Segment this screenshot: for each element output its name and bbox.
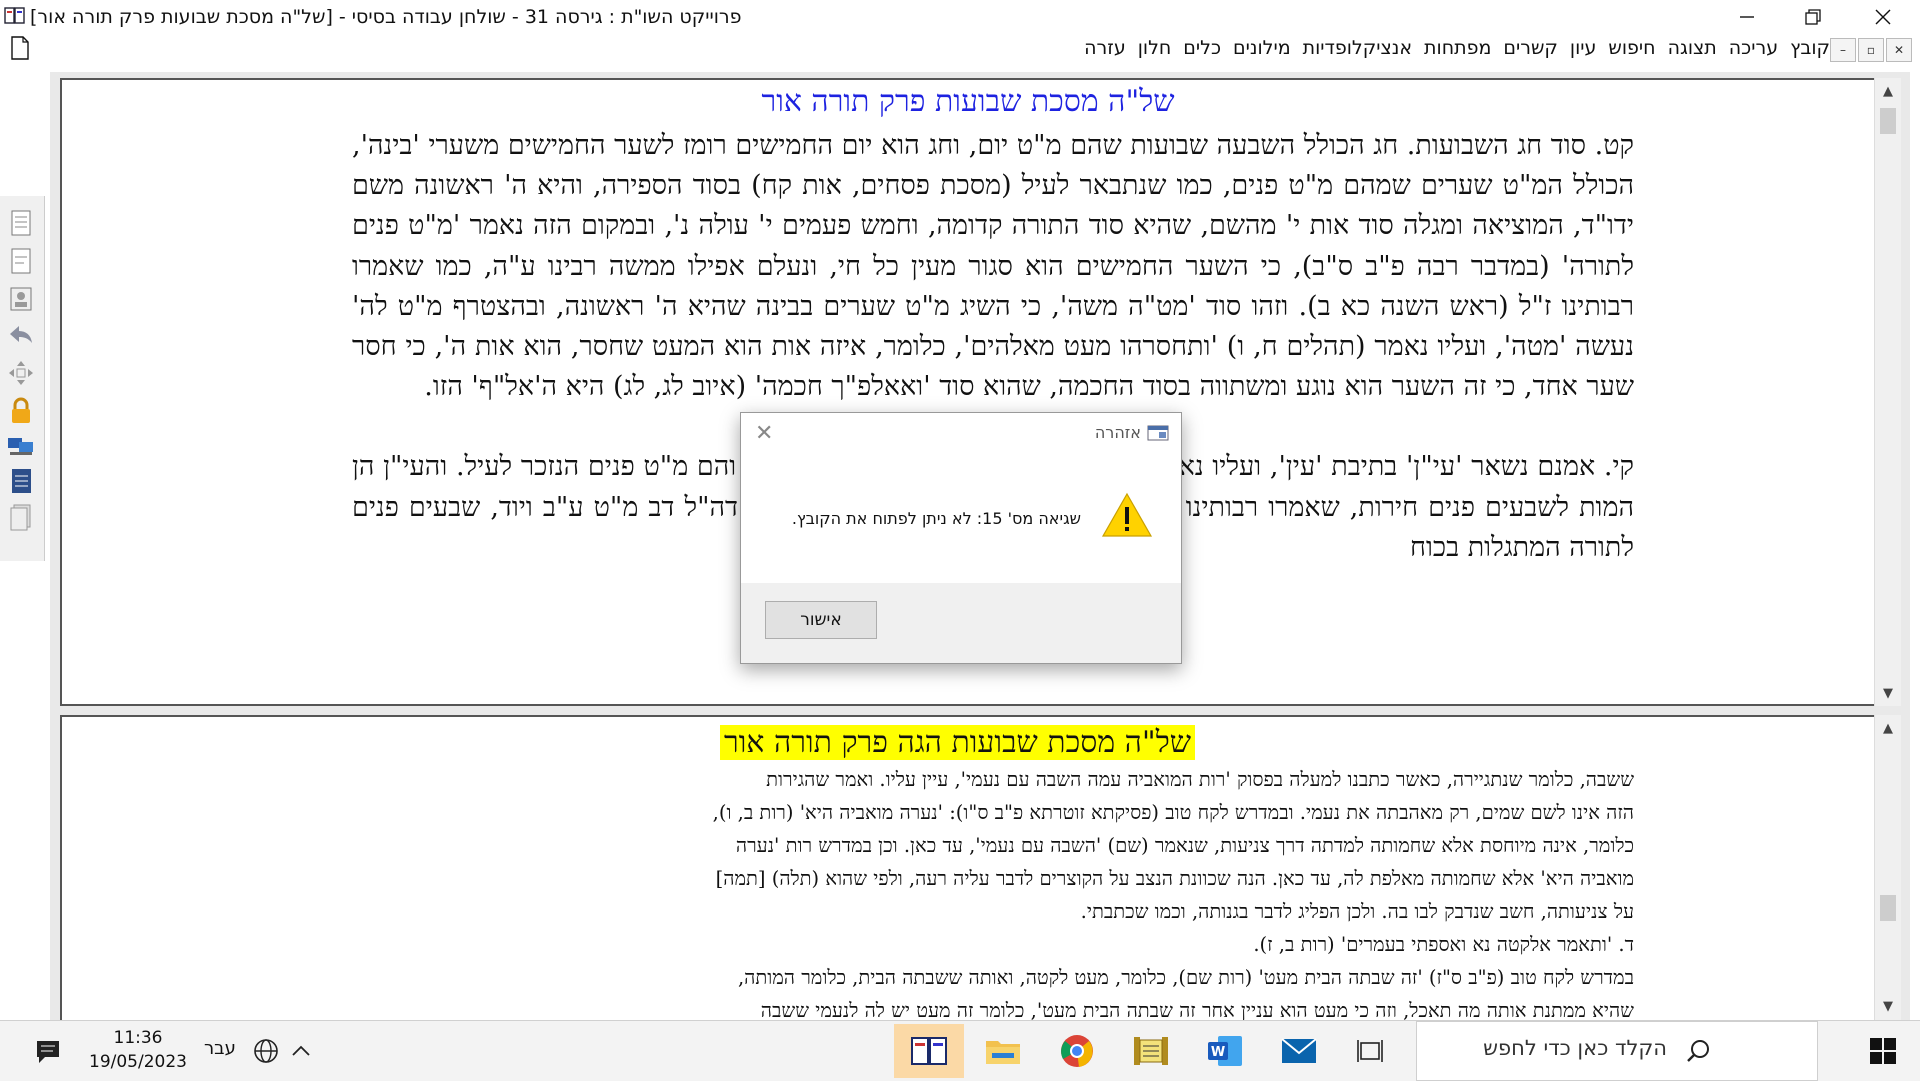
word-icon: W [1208,1036,1242,1066]
menu-help[interactable]: עזרה [1078,37,1132,59]
pages-icon[interactable] [6,502,36,532]
menu-bar: קובץ עריכה תצוגה חיפוש עיון קשרים מפתחות… [0,34,1920,64]
taskbar-app-explorer[interactable] [968,1024,1038,1078]
minimize-icon: – [1840,43,1846,57]
text-line: מואביה היא' אלא שחמותה מאלפת לה, עד כאן.… [715,867,1634,890]
left-toolbar [0,196,45,561]
notifications-button[interactable] [16,1024,80,1078]
task-view-button[interactable] [1342,1024,1398,1078]
globe-icon[interactable] [252,1037,280,1065]
minimize-icon [1740,16,1754,18]
move-icon[interactable] [6,358,36,388]
back-arrow-icon[interactable] [6,320,36,350]
text-line: כלומר, אינה מיוחסת אלא שחמותה למדתה דרך … [735,834,1634,857]
scroll-up-icon[interactable]: ▲ [1875,715,1901,741]
text-line: הזה אינו לשם שמים, רק מאהבתה את נעמי. וב… [712,801,1634,824]
menu-window[interactable]: חלון [1132,37,1178,59]
text-line: ד. 'ותאמר אלקטה נא ואספתי בעמרים' (רות ב… [1253,933,1634,956]
notification-icon [37,1041,59,1063]
taskbar-clock[interactable]: 11:36 19/05/2023 [88,1026,188,1074]
mdi-restore-button[interactable]: ▫ [1858,38,1884,62]
notebook-icon[interactable] [6,466,36,496]
ok-button[interactable]: אישור [765,601,877,639]
window-icon [1147,425,1169,440]
windows-logo-icon [1870,1038,1896,1064]
window-title: פרוייקט השו"ת : גירסה 31 - שולחן עבודה ב… [30,6,742,28]
menu-indexes[interactable]: מפתחות [1418,37,1497,59]
dialog-close-button[interactable]: ✕ [755,421,773,446]
task-view-icon [1357,1040,1383,1062]
bottom-pane-scrollbar[interactable]: ▲ ▼ [1874,715,1901,1020]
commentary-pane[interactable]: של"ה מסכת שבועות הגה פרק תורה אור ששבה, … [60,715,1876,1024]
lock-icon[interactable] [6,396,36,426]
dialog-message: שגיאה מס' 15: לא ניתן לפתוח את הקובץ. [791,509,1081,528]
bottom-pane-text[interactable]: ששבה, כלומר שנתגיירה, כאשר כתבנו למעלה ב… [352,763,1634,1022]
scroll-thumb[interactable] [1880,895,1896,921]
menu-edit[interactable]: עריכה [1723,37,1784,59]
taskbar-app-word[interactable]: W [1190,1024,1260,1078]
taskbar-app-shut[interactable] [894,1024,964,1078]
top-pane-scrollbar[interactable]: ▲ ▼ [1874,78,1901,706]
menu-dictionaries[interactable]: מילונים [1227,37,1297,59]
network-computers-icon[interactable] [6,432,36,462]
text-line: ששבה, כלומר שנתגיירה, כאשר כתבנו למעלה ב… [766,768,1634,791]
warning-dialog: אזהרה ✕ שגיאה מס' 15: לא ניתן לפתוח את ה… [740,412,1182,664]
chevron-up-icon[interactable] [290,1040,312,1062]
top-pane-title: של"ה מסכת שבועות פרק תורה אור [761,84,1175,119]
menu-items: קובץ עריכה תצוגה חיפוש עיון קשרים מפתחות… [1078,37,1836,59]
paragraph: קט. סוד חג השבועות. חג הכולל השבעה שבועו… [352,130,1634,403]
minimize-button[interactable] [1716,0,1778,34]
taskbar-app-mail[interactable] [1264,1024,1334,1078]
menu-links[interactable]: קשרים [1497,37,1564,59]
chrome-icon [1061,1035,1093,1067]
page-list-icon[interactable] [6,208,36,238]
contact-card-icon[interactable] [6,284,36,314]
mdi-minimize-button[interactable]: – [1830,38,1856,62]
language-indicator[interactable]: עבר [204,1038,236,1059]
folder-icon [986,1041,1020,1064]
scroll-thumb[interactable] [1880,108,1896,134]
text-line: במדרש לקח טוב (פ"ב ס"ז) 'זה שבתה הבית מע… [737,966,1634,989]
bottom-pane-title: של"ה מסכת שבועות הגה פרק תורה אור [720,725,1195,760]
menu-encyclopedias[interactable]: אנציקלופדיות [1297,37,1418,59]
close-icon: ✕ [755,421,774,446]
book-app-icon [911,1037,947,1065]
close-button[interactable] [1852,0,1914,34]
close-icon [1875,9,1891,25]
taskbar-app-chrome[interactable] [1042,1024,1112,1078]
svg-text:W: W [1211,1045,1225,1060]
warning-icon [1101,492,1153,537]
document-page-icon[interactable] [6,246,36,276]
mdi-close-button[interactable]: ✕ [1886,38,1912,62]
dialog-title-area: אזהרה [1095,423,1169,442]
restore-icon: ▫ [1866,43,1876,57]
taskbar-app-torah[interactable] [1116,1024,1186,1078]
restore-icon [1805,9,1821,25]
start-button[interactable] [1850,1024,1916,1078]
taskbar-search-box[interactable]: הקלד כאן כדי לחפש [1416,1021,1818,1081]
restore-button[interactable] [1782,0,1844,34]
menu-study[interactable]: עיון [1564,37,1603,59]
scroll-down-icon[interactable]: ▼ [1875,680,1901,706]
search-placeholder: הקלד כאן כדי לחפש [1483,1036,1667,1060]
title-bar: פרוייקט השו"ת : גירסה 31 - שולחן עבודה ב… [0,0,1920,34]
clock-date: 19/05/2023 [89,1052,187,1072]
menu-view[interactable]: תצוגה [1662,37,1723,59]
menu-tools[interactable]: כלים [1177,37,1227,59]
dialog-title: אזהרה [1094,423,1141,442]
close-icon: ✕ [1893,43,1905,57]
clock-time: 11:36 [113,1028,163,1048]
app-book-icon [4,7,25,24]
scroll-app-icon [1134,1037,1168,1065]
document-icon[interactable] [10,36,30,60]
menu-search[interactable]: חיפוש [1602,37,1661,59]
scroll-down-icon[interactable]: ▼ [1875,993,1901,1019]
scroll-up-icon[interactable]: ▲ [1875,78,1901,104]
search-icon [1687,1040,1709,1062]
text-line: על צניעותה, חשב שנדבק לבו בה. ולכן הפליג… [1080,900,1634,923]
mail-icon [1281,1038,1317,1063]
menu-file[interactable]: קובץ [1784,37,1836,59]
